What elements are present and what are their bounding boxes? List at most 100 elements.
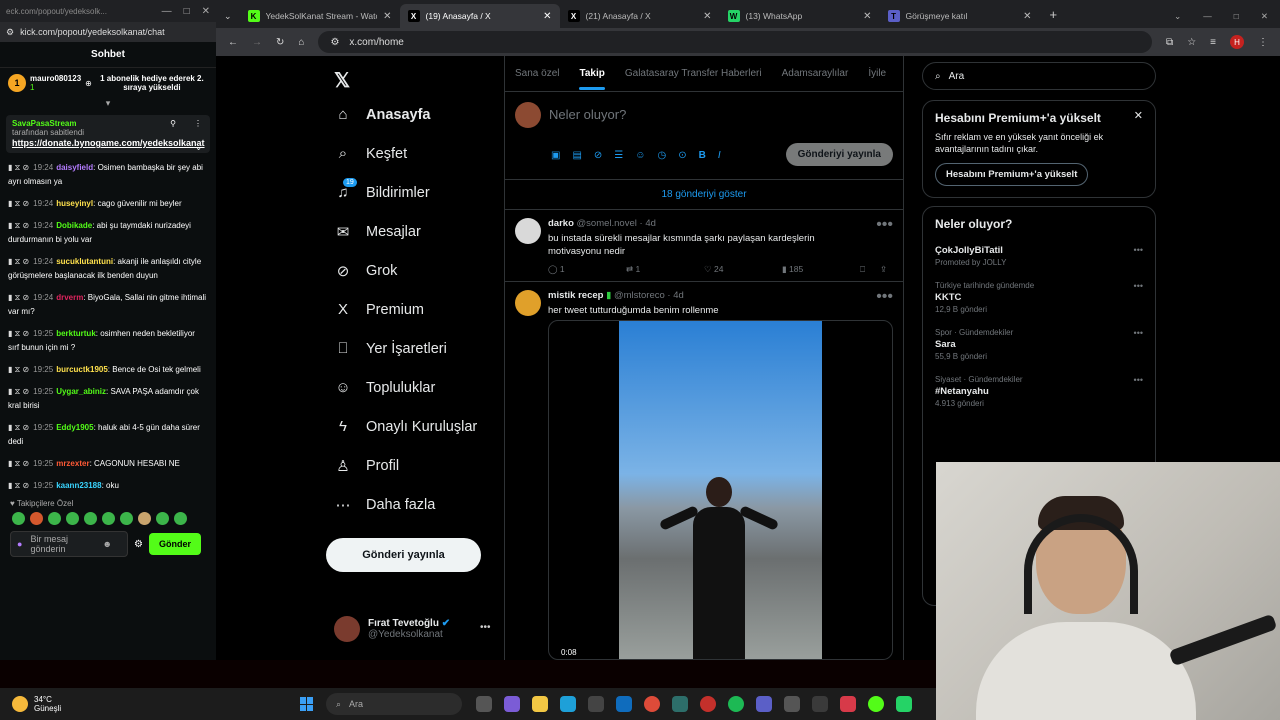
maximize-icon[interactable]: □ (1234, 11, 1239, 22)
schedule-icon[interactable]: ◷ (657, 150, 666, 161)
trend-item[interactable]: Siyaset · Gündemdekiler #Netanyahu 4.913 g… (935, 375, 1143, 408)
close-icon[interactable]: ✕ (383, 11, 391, 22)
nav-item-home[interactable]: ⌂ Anasayfa (334, 106, 430, 123)
emoji-icon[interactable]: ☺ (635, 150, 645, 161)
address-bar[interactable]: ⚙ x.com/home (318, 31, 1153, 53)
message-user[interactable]: drverm (56, 293, 83, 302)
taskview-icon[interactable] (476, 696, 492, 712)
copilot-icon[interactable] (504, 696, 520, 712)
nav-item-more[interactable]: ⋯ Daha fazla (334, 496, 436, 514)
nav-item-mail[interactable]: ✉ Mesajlar (334, 223, 421, 241)
site-info-icon[interactable]: ⚙ (330, 37, 339, 48)
tweet[interactable]: mistik recep ▮ @mlstoreco · 4d ••• her t… (505, 282, 903, 660)
nav-item-lightning[interactable]: ϟ Onaylı Kuruluşlar (334, 418, 477, 435)
feed-tab[interactable]: İyile (868, 68, 886, 79)
browser-tab[interactable]: K YedekSolKanat Stream - Watch ✕ (240, 4, 400, 28)
compose-input[interactable]: Neler oluyor? (549, 107, 626, 122)
menu-icon[interactable]: ⋮ (1258, 37, 1268, 48)
spotify-icon[interactable] (728, 696, 744, 712)
message-user[interactable]: huseyinyl (56, 199, 93, 208)
store-icon[interactable] (588, 696, 604, 712)
kick-address-bar[interactable]: ⚙ kick.com/popout/yedeksolkanat/chat (0, 22, 216, 42)
retweet-button[interactable]: ⇄ 1 (626, 264, 704, 275)
mod-tools-icon[interactable]: ▮ ⧖ ⊘ (8, 387, 29, 396)
explorer-icon[interactable] (532, 696, 548, 712)
settings-icon[interactable] (784, 696, 800, 712)
nav-item-x-premium[interactable]: X Premium (334, 301, 424, 318)
browser-tab[interactable]: W (13) WhatsApp ✕ (720, 4, 880, 28)
message-user[interactable]: sucuklutantuni (56, 257, 113, 266)
weather-widget[interactable]: 34°C Güneşli (0, 695, 300, 713)
message-user[interactable]: Eddy1905 (56, 423, 93, 432)
more-icon[interactable]: ••• (876, 216, 893, 234)
mod-tools-icon[interactable]: ▮ ⧖ ⊘ (8, 293, 29, 302)
chevron-down-icon[interactable]: ⌄ (195, 143, 202, 152)
gear-icon[interactable]: ⚙ (134, 539, 143, 550)
site-info-icon[interactable]: ⚙ (6, 27, 14, 38)
donate-link[interactable]: https://donate.bynogame.com/yedeksolkana… (12, 137, 205, 149)
mic-icon[interactable]: ● (17, 539, 22, 549)
compose-post-button[interactable]: Gönderiyi yayınla (785, 143, 893, 166)
pinned-by-user[interactable]: SavaPasaStream (12, 119, 77, 128)
message-user[interactable]: Uygar_abiniz (56, 387, 106, 396)
more-icon[interactable]: ••• (1134, 281, 1143, 291)
playlist-icon[interactable]: ≡ (1210, 37, 1216, 48)
emoji-icon[interactable]: ☻ (102, 539, 111, 549)
emote-icon[interactable] (138, 512, 151, 525)
feed-tab[interactable]: Adamsaraylılar (782, 68, 849, 79)
share-icon[interactable]: ⇪ (880, 264, 900, 275)
message-user[interactable]: kaann23188 (56, 481, 101, 490)
tab-list-icon[interactable]: ⌄ (224, 11, 232, 22)
x-logo-icon[interactable]: 𝕏 (334, 68, 350, 93)
italic-icon[interactable]: I (718, 150, 721, 161)
location-icon[interactable]: ⊙ (678, 150, 686, 161)
emote-icon[interactable] (48, 512, 61, 525)
windows-start-icon[interactable] (300, 697, 314, 711)
poll-icon[interactable]: ☰ (614, 150, 623, 161)
minimize-icon[interactable]: — (1203, 11, 1212, 22)
trend-item[interactable]: ÇokJollyBiTatil Promoted by JOLLY ••• (935, 245, 1143, 267)
chrome-icon[interactable] (644, 696, 660, 712)
mod-tools-icon[interactable]: ▮ ⧖ ⊘ (8, 423, 29, 432)
more-icon[interactable]: ••• (1134, 328, 1143, 338)
more-icon[interactable]: ⋮ (194, 119, 202, 128)
nav-item-bookmark[interactable]: ⎕ Yer İşaretleri (334, 340, 446, 357)
emote-icon[interactable] (66, 512, 79, 525)
more-icon[interactable]: ••• (876, 288, 893, 306)
emote-icon[interactable] (156, 512, 169, 525)
more-icon[interactable]: ••• (1134, 375, 1143, 385)
mod-tools-icon[interactable]: ▮ ⧖ ⊘ (8, 365, 29, 374)
maximize-icon[interactable]: □ (184, 6, 190, 17)
browser-tab[interactable]: X (19) Anasayfa / X ✕ (399, 4, 560, 28)
message-user[interactable]: daisyfield (56, 163, 93, 172)
emote-icon[interactable] (174, 512, 187, 525)
search-input[interactable]: ⌕ Ara (922, 62, 1156, 90)
show-new-posts[interactable]: 18 gönderiyi göster (505, 180, 903, 210)
outlook-icon[interactable] (616, 696, 632, 712)
close-icon[interactable]: ✕ (543, 11, 551, 22)
mod-tools-icon[interactable]: ▮ ⧖ ⊘ (8, 199, 29, 208)
emote-icon[interactable] (30, 512, 43, 525)
gift-user[interactable]: mauro080123 (30, 74, 81, 83)
feed-tab[interactable]: Galatasaray Transfer Haberleri (625, 68, 762, 79)
browser-tab[interactable]: X (21) Anasayfa / X ✕ (560, 4, 720, 28)
back-icon[interactable]: ← (228, 37, 238, 48)
whatsapp-icon[interactable] (896, 696, 912, 712)
kick-icon[interactable] (868, 696, 884, 712)
nav-item-bell[interactable]: ♫ 19 Bildirimler (334, 178, 430, 201)
opera-icon[interactable] (700, 696, 716, 712)
mod-tools-icon[interactable]: ▮ ⧖ ⊘ (8, 481, 29, 490)
reply-button[interactable]: ◯ 1 (548, 264, 626, 275)
mod-tools-icon[interactable]: ▮ ⧖ ⊘ (8, 221, 29, 230)
bookmark-icon[interactable]: ⎕ (860, 264, 880, 275)
close-icon[interactable]: ✕ (202, 6, 210, 17)
video-frame[interactable] (619, 321, 822, 659)
mod-tools-icon[interactable]: ▮ ⧖ ⊘ (8, 459, 29, 468)
message-user[interactable]: burcuctk1905 (56, 365, 108, 374)
tweet-video[interactable]: 0:08 (548, 320, 893, 660)
feed-tab[interactable]: Sana özel (515, 68, 559, 79)
avatar[interactable] (515, 290, 541, 316)
trend-item[interactable]: Spor · Gündemdekiler Sara 55,9 B gönderi ••… (935, 328, 1143, 361)
message-user[interactable]: berkturtuk (56, 329, 96, 338)
star-icon[interactable]: ☆ (1187, 37, 1196, 48)
